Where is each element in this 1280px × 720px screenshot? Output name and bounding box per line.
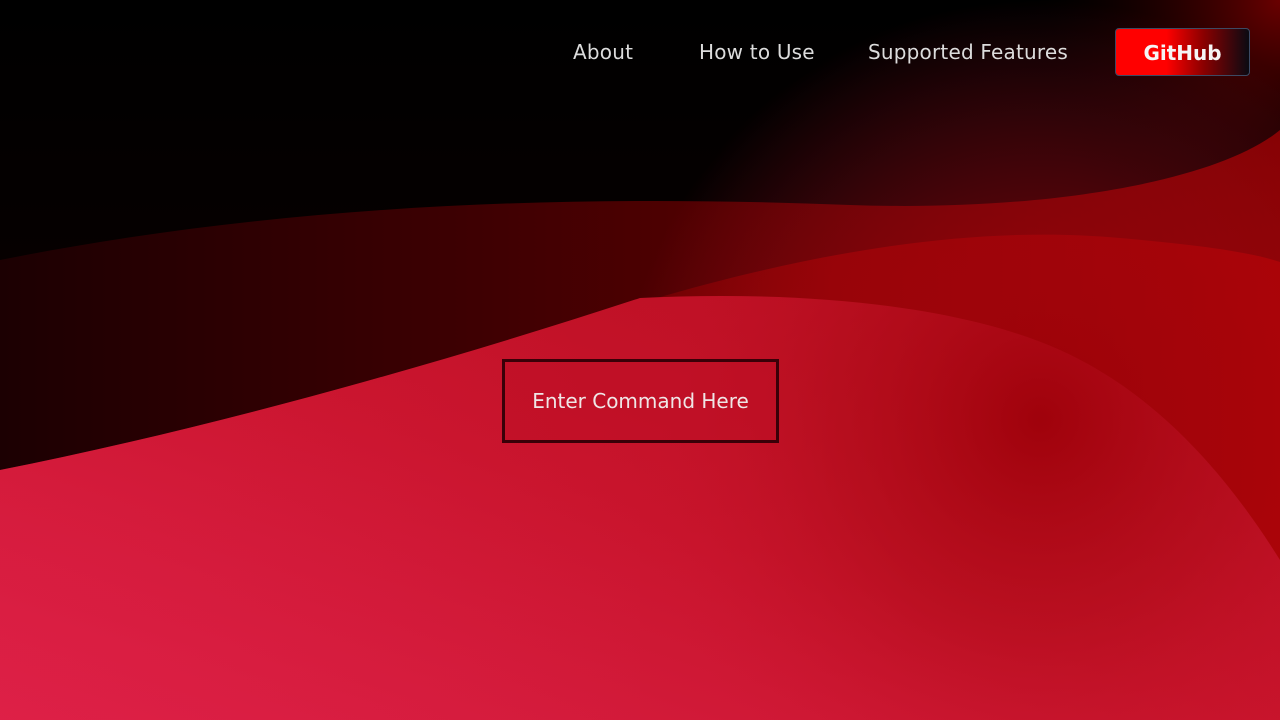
- top-navigation: About How to Use Supported Features GitH…: [0, 28, 1280, 80]
- enter-command-button[interactable]: Enter Command Here: [502, 359, 779, 443]
- github-button[interactable]: GitHub: [1115, 28, 1250, 76]
- nav-link-how-to-use[interactable]: How to Use: [699, 40, 815, 64]
- landing-page: About How to Use Supported Features GitH…: [0, 0, 1280, 720]
- nav-link-about[interactable]: About: [573, 40, 633, 64]
- nav-link-supported-features[interactable]: Supported Features: [868, 40, 1068, 64]
